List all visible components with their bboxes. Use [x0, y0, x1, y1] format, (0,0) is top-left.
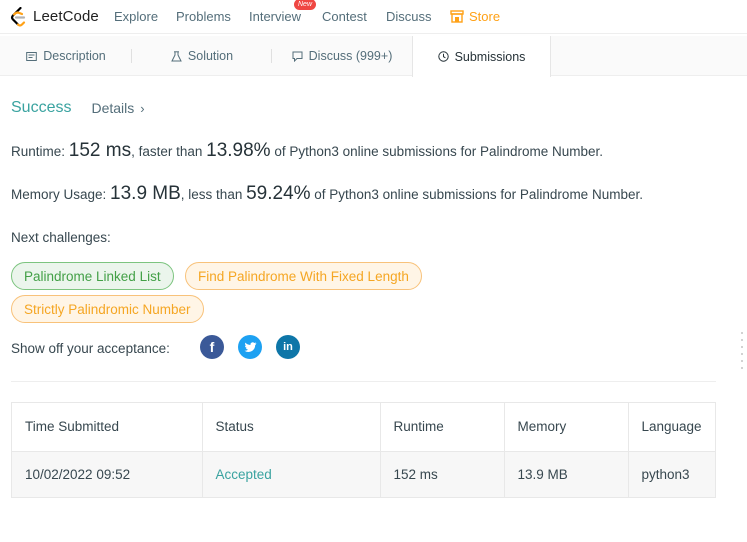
cell-time-submitted: 10/02/2022 09:52 — [12, 451, 203, 497]
facebook-icon[interactable]: f — [200, 335, 224, 359]
header-memory: Memory — [504, 403, 629, 451]
tab-discuss[interactable]: Discuss (999+) — [272, 36, 412, 76]
table-header-row: Time Submitted Status Runtime Memory Lan… — [12, 403, 715, 451]
section-divider — [11, 381, 716, 382]
tab-submissions[interactable]: Submissions — [412, 36, 551, 77]
nav-store[interactable]: Store — [450, 9, 500, 24]
description-icon — [26, 51, 38, 61]
leetcode-logo-icon — [10, 6, 26, 27]
runtime-tail: of Python3 online submissions for Palind… — [270, 144, 604, 159]
tab-description-label: Description — [43, 49, 106, 63]
store-label: Store — [469, 9, 501, 24]
handle-dot — [741, 339, 743, 341]
problem-tabs: Description Solution Discuss (999+) Subm… — [0, 36, 747, 77]
cell-language: python3 — [641, 466, 690, 482]
memory-percentile: 59.24% — [246, 183, 311, 204]
tab-discuss-label: Discuss (999+) — [308, 49, 393, 63]
details-link[interactable]: Details — [91, 100, 134, 116]
new-badge: New — [294, 0, 317, 10]
linkedin-icon[interactable]: in — [276, 335, 300, 359]
logo-text: LeetCode — [33, 8, 99, 25]
comment-icon — [292, 51, 303, 62]
leetcode-logo[interactable]: LeetCode — [10, 6, 99, 27]
header-time-submitted: Time Submitted — [12, 403, 203, 451]
submissions-table: Time Submitted Status Runtime Memory Lan… — [12, 403, 715, 497]
panel-resize-handle[interactable] — [740, 332, 744, 378]
runtime-mid: , faster than — [131, 144, 207, 159]
twitter-bird-glyph — [244, 341, 256, 352]
flask-icon — [171, 50, 182, 61]
memory-stat: Memory Usage: 13.9 MB, less than 59.24% … — [11, 183, 643, 205]
challenge-chip-find-palindrome-fixed-length[interactable]: Find Palindrome With Fixed Length — [185, 262, 422, 290]
result-status-line: Success Details › — [11, 99, 145, 117]
challenge-chip-palindrome-linked-list[interactable]: Palindrome Linked List — [11, 262, 174, 290]
handle-dot — [741, 332, 743, 334]
header-runtime: Runtime — [380, 403, 505, 451]
runtime-stat: Runtime: 152 ms, faster than 13.98% of P… — [11, 140, 603, 162]
cell-status-accepted[interactable]: Accepted — [202, 451, 381, 497]
tab-solution[interactable]: Solution — [132, 36, 272, 76]
handle-dot — [741, 367, 743, 369]
challenge-chip-strictly-palindromic-number[interactable]: Strictly Palindromic Number — [11, 295, 204, 323]
store-icon — [450, 10, 464, 23]
nav-interview[interactable]: Interview — [249, 9, 301, 24]
result-status: Success — [11, 99, 72, 116]
tab-description[interactable]: Description — [0, 36, 132, 76]
header-status: Status — [202, 403, 381, 451]
runtime-percentile: 13.98% — [206, 140, 271, 161]
nav-discuss[interactable]: Discuss — [386, 9, 432, 24]
chevron-right-icon[interactable]: › — [140, 101, 144, 116]
handle-dot — [741, 353, 743, 355]
nav-contest[interactable]: Contest — [322, 9, 367, 24]
top-navbar: LeetCode Explore Problems Interview New … — [0, 0, 747, 34]
tab-solution-label: Solution — [187, 49, 234, 63]
memory-mid: , less than — [180, 187, 247, 202]
memory-tail: of Python3 online submissions for Palind… — [310, 187, 643, 202]
cell-memory: 13.9 MB — [504, 451, 629, 497]
cell-runtime: 152 ms — [380, 451, 505, 497]
header-language: Language — [641, 419, 702, 435]
twitter-icon[interactable] — [238, 335, 262, 359]
table-row[interactable]: 10/02/2022 09:52 Accepted 152 ms 13.9 MB… — [12, 451, 715, 497]
nav-problems[interactable]: Problems — [176, 9, 231, 24]
tab-submissions-label: Submissions — [454, 49, 526, 64]
share-label: Show off your acceptance: — [11, 341, 170, 356]
clock-icon — [437, 51, 449, 62]
handle-dot — [741, 360, 743, 362]
submissions-table-container: Time Submitted Status Runtime Memory Lan… — [11, 402, 716, 498]
next-challenges-label: Next challenges: — [11, 230, 111, 245]
memory-label: Memory Usage: — [11, 187, 111, 202]
runtime-value: 152 ms — [68, 140, 132, 161]
nav-explore[interactable]: Explore — [114, 9, 158, 24]
runtime-label: Runtime: — [11, 144, 69, 159]
memory-value: 13.9 MB — [110, 183, 181, 204]
handle-dot — [741, 346, 743, 348]
